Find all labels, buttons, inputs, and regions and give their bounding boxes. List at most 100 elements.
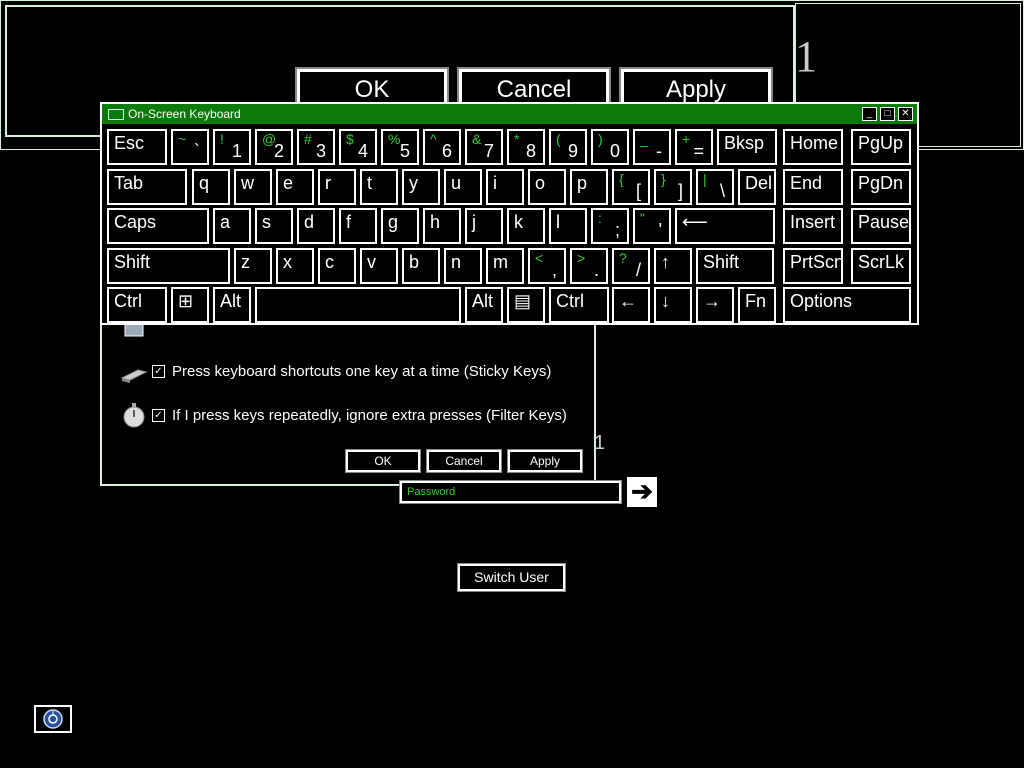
key-s[interactable]: s xyxy=(255,208,293,244)
key-ctrl[interactable]: Ctrl xyxy=(549,287,609,323)
key-scrlk[interactable]: ScrLk xyxy=(851,248,911,284)
cancel-button[interactable]: Cancel xyxy=(426,449,502,473)
arrow-right-icon[interactable]: ➔ xyxy=(627,477,657,507)
key-label: Bksp xyxy=(724,133,765,153)
key-alt[interactable]: Alt xyxy=(465,287,503,323)
sticky-keys-option[interactable]: ✓ Press keyboard shortcuts one key at a … xyxy=(120,358,551,384)
key-p[interactable]: p xyxy=(570,169,608,205)
key-a[interactable]: a xyxy=(213,208,251,244)
key-0[interactable]: ) 0 xyxy=(591,129,629,165)
key-2[interactable]: @2 xyxy=(255,129,293,165)
key-z[interactable]: z xyxy=(234,248,272,284)
key-sym[interactable]: ↑ xyxy=(654,248,692,284)
key-1[interactable]: ! 1 xyxy=(213,129,251,165)
key-space[interactable] xyxy=(255,287,461,323)
key-sym[interactable]: >. xyxy=(570,248,608,284)
key-l[interactable]: l xyxy=(549,208,587,244)
key-label: Shift xyxy=(114,252,151,272)
key-g[interactable]: g xyxy=(381,208,419,244)
key-sym[interactable]: ⊞ xyxy=(171,287,209,323)
key-h[interactable]: h xyxy=(423,208,461,244)
key-sym[interactable]: ← xyxy=(612,287,650,323)
key-4[interactable]: $4 xyxy=(339,129,377,165)
key-j[interactable]: j xyxy=(465,208,503,244)
key-esc[interactable]: Esc xyxy=(107,129,167,165)
maximize-button[interactable]: □ xyxy=(880,107,895,121)
key-6[interactable]: ^ 6 xyxy=(423,129,461,165)
password-field[interactable]: Password xyxy=(399,480,622,504)
key-pgup[interactable]: PgUp xyxy=(851,129,911,165)
ease-of-access-button[interactable] xyxy=(34,705,72,733)
key-sym[interactable]: }] xyxy=(654,169,692,205)
ok-button[interactable]: OK xyxy=(345,449,421,473)
key-sym[interactable]: → xyxy=(696,287,734,323)
minimize-button[interactable]: _ xyxy=(862,107,877,121)
key-sym[interactable]: ⟵ xyxy=(675,208,775,244)
key-m[interactable]: m xyxy=(486,248,524,284)
key-e[interactable]: e xyxy=(276,169,314,205)
key-u[interactable]: u xyxy=(444,169,482,205)
apply-button[interactable]: Apply xyxy=(507,449,583,473)
close-button[interactable]: ✕ xyxy=(898,107,913,121)
key-options[interactable]: Options xyxy=(783,287,911,323)
key-v[interactable]: v xyxy=(360,248,398,284)
key-prtscn[interactable]: PrtScn xyxy=(783,248,844,284)
filter-keys-checkbox[interactable]: ✓ xyxy=(152,408,165,422)
key-sym[interactable]: ~ ` xyxy=(171,129,209,165)
key-q[interactable]: q xyxy=(192,169,230,205)
key-r[interactable]: r xyxy=(318,169,356,205)
key-b[interactable]: b xyxy=(402,248,440,284)
key-sym[interactable]: + = xyxy=(675,129,713,165)
osk-title-bar[interactable]: On-Screen Keyboard _ □ ✕ xyxy=(102,104,917,124)
key-shift-char: : xyxy=(598,210,602,226)
key-sym[interactable]: " ' xyxy=(633,208,671,244)
key-8[interactable]: * 8 xyxy=(507,129,545,165)
key-label: ▤ xyxy=(514,291,532,311)
key-n[interactable]: n xyxy=(444,248,482,284)
key-sym[interactable]: <, xyxy=(528,248,566,284)
key-o[interactable]: o xyxy=(528,169,566,205)
key-insert[interactable]: Insert xyxy=(783,208,843,244)
key-w[interactable]: w xyxy=(234,169,272,205)
key-caps[interactable]: Caps xyxy=(107,208,209,244)
key-f[interactable]: f xyxy=(339,208,377,244)
magnified-ok-button[interactable]: OK xyxy=(295,67,449,107)
key-x[interactable]: x xyxy=(276,248,314,284)
key-bksp[interactable]: Bksp xyxy=(717,129,777,165)
key-sym[interactable]: _ - xyxy=(633,129,671,165)
key-sym[interactable]: {[ xyxy=(612,169,650,205)
key-9[interactable]: (9 xyxy=(549,129,587,165)
key-tab[interactable]: Tab xyxy=(107,169,187,205)
key-del[interactable]: Del xyxy=(738,169,776,205)
key-pgdn[interactable]: PgDn xyxy=(851,169,911,205)
key-sym[interactable]: ▤ xyxy=(507,287,545,323)
key-c[interactable]: c xyxy=(318,248,356,284)
key-ctrl[interactable]: Ctrl xyxy=(107,287,167,323)
key-sym[interactable]: :; xyxy=(591,208,629,244)
filter-keys-option[interactable]: ✓ If I press keys repeatedly, ignore ext… xyxy=(120,402,567,428)
key-sym[interactable]: ? / xyxy=(612,248,650,284)
key-shift[interactable]: Shift xyxy=(107,248,230,284)
key-shift[interactable]: Shift xyxy=(696,248,774,284)
key-end[interactable]: End xyxy=(783,169,843,205)
key-5[interactable]: % 5 xyxy=(381,129,419,165)
magnified-cancel-button[interactable]: Cancel xyxy=(457,67,611,107)
switch-user-button[interactable]: Switch User xyxy=(457,563,566,592)
key-i[interactable]: i xyxy=(486,169,524,205)
key-sym[interactable]: ↓ xyxy=(654,287,692,323)
key-y[interactable]: y xyxy=(402,169,440,205)
key-shift-char: # xyxy=(304,131,312,147)
key-d[interactable]: d xyxy=(297,208,335,244)
key-alt[interactable]: Alt xyxy=(213,287,251,323)
key-3[interactable]: #3 xyxy=(297,129,335,165)
key-label: u xyxy=(451,173,462,193)
key-sym[interactable]: | \ xyxy=(696,169,734,205)
magnified-apply-button[interactable]: Apply xyxy=(619,67,773,107)
sticky-keys-checkbox[interactable]: ✓ xyxy=(152,364,165,378)
key-t[interactable]: t xyxy=(360,169,398,205)
key-home[interactable]: Home xyxy=(783,129,843,165)
key-k[interactable]: k xyxy=(507,208,545,244)
key-pause[interactable]: Pause xyxy=(851,208,911,244)
key-fn[interactable]: Fn xyxy=(738,287,776,323)
key-7[interactable]: & 7 xyxy=(465,129,503,165)
